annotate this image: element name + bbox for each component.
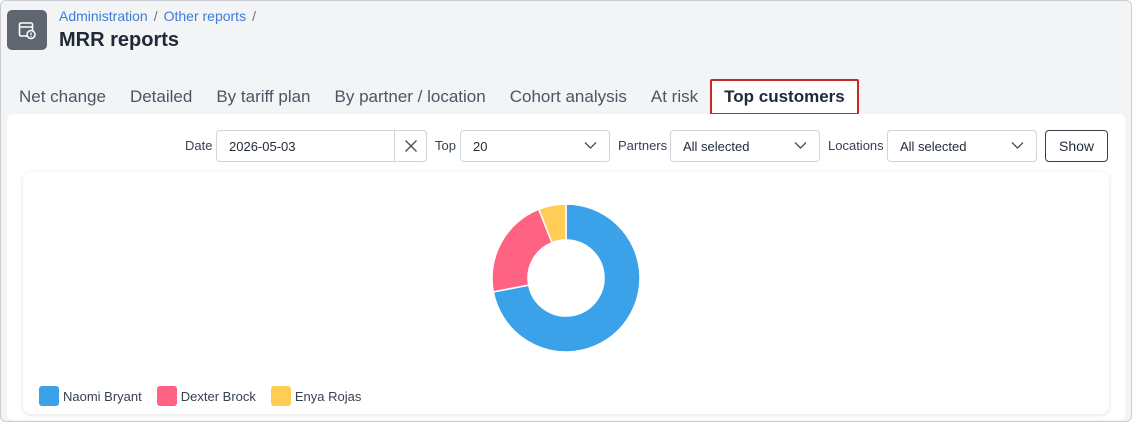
locations-select[interactable]: All selected xyxy=(887,130,1037,162)
report-panel: Date Top 20 Partners All select xyxy=(7,114,1125,420)
legend-label: Dexter Brock xyxy=(180,388,256,404)
filter-bar: Date Top 20 Partners All select xyxy=(7,130,1125,162)
report-app-icon xyxy=(7,10,47,50)
page-title: MRR reports xyxy=(59,29,180,51)
tab-by-tariff-plan[interactable]: By tariff plan xyxy=(204,79,322,115)
clear-date-button[interactable] xyxy=(394,131,426,161)
legend-swatch xyxy=(156,386,177,406)
chevron-down-icon xyxy=(794,142,807,149)
breadcrumb-other-reports[interactable]: Other reports xyxy=(164,8,246,24)
date-input[interactable] xyxy=(229,138,389,154)
locations-select-value: All selected xyxy=(900,138,967,154)
tab-detailed[interactable]: Detailed xyxy=(118,79,204,115)
date-field xyxy=(216,130,427,162)
close-icon xyxy=(404,140,417,152)
breadcrumb-separator: / xyxy=(153,8,158,24)
top-select[interactable]: 20 xyxy=(460,130,610,162)
report-tabs: Net change Detailed By tariff plan By pa… xyxy=(7,79,859,115)
breadcrumb-separator: / xyxy=(252,8,256,24)
chart-card: Naomi Bryant Dexter Brock Enya Rojas xyxy=(23,172,1109,414)
legend-item[interactable]: Enya Rojas xyxy=(270,386,362,406)
partners-select[interactable]: All selected xyxy=(670,130,820,162)
legend-swatch xyxy=(39,386,59,406)
chevron-down-icon xyxy=(1011,142,1024,149)
top-select-value: 20 xyxy=(473,138,488,154)
show-button[interactable]: Show xyxy=(1045,130,1108,162)
breadcrumb-administration[interactable]: Administration xyxy=(59,8,148,24)
legend-item[interactable]: Dexter Brock xyxy=(156,386,256,406)
window-frame: Administration / Other reports / MRR report… xyxy=(0,0,1132,422)
partners-select-value: All selected xyxy=(683,138,750,154)
tab-at-risk[interactable]: At risk xyxy=(639,79,710,115)
tab-by-partner-location[interactable]: By partner / location xyxy=(323,79,498,115)
legend-swatch xyxy=(270,386,291,406)
chevron-down-icon xyxy=(584,142,597,149)
tab-cohort-analysis[interactable]: Cohort analysis xyxy=(498,79,639,115)
partners-label: Partners xyxy=(618,138,668,153)
tab-top-customers[interactable]: Top customers xyxy=(710,79,859,115)
chart-legend: Naomi Bryant Dexter Brock Enya Rojas xyxy=(39,386,376,406)
legend-item[interactable]: Naomi Bryant xyxy=(39,386,142,406)
legend-label: Naomi Bryant xyxy=(63,388,142,404)
date-label: Date xyxy=(185,138,213,153)
top-label: Top xyxy=(435,138,456,153)
breadcrumb: Administration / Other reports / xyxy=(59,8,262,24)
page-header: Administration / Other reports / MRR report… xyxy=(1,1,1131,79)
tab-net-change[interactable]: Net change xyxy=(7,79,118,115)
locations-label: Locations xyxy=(828,138,884,153)
donut-chart xyxy=(491,203,641,353)
legend-label: Enya Rojas xyxy=(294,388,362,404)
